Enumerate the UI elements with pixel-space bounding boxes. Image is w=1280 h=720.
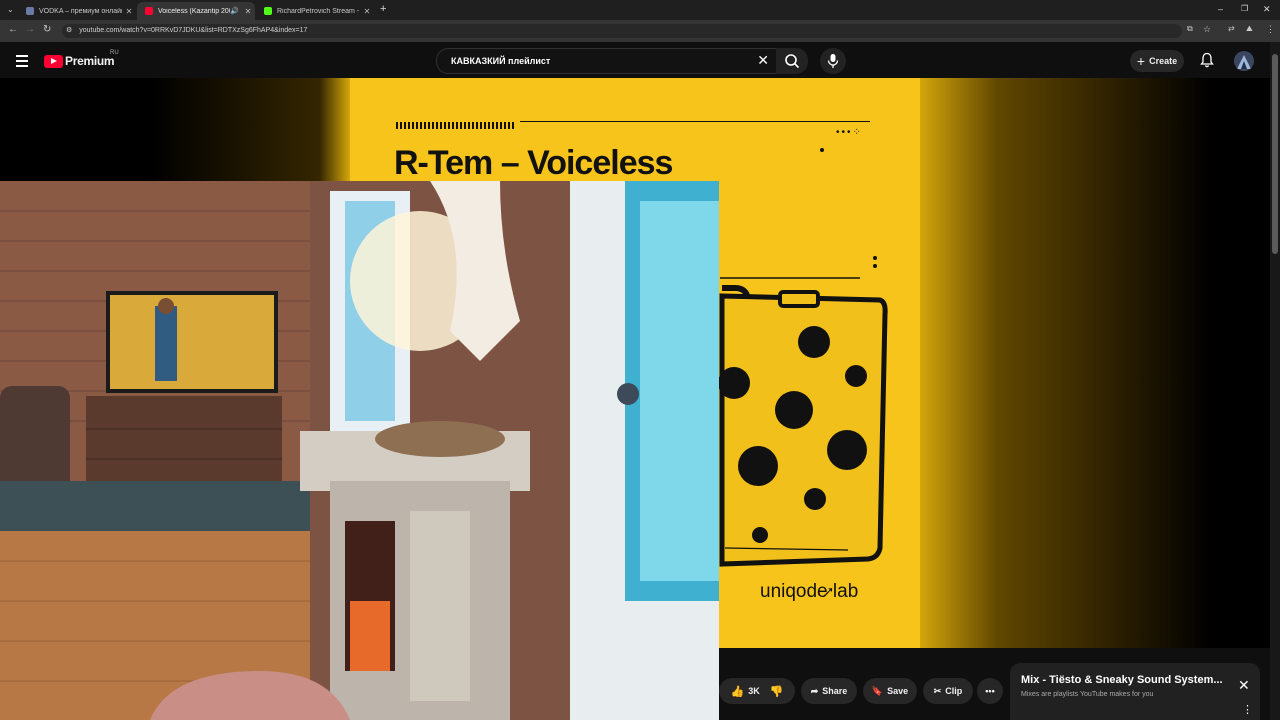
new-tab-button[interactable]: + <box>380 3 386 15</box>
bookmark-star-icon[interactable]: ☆ <box>1203 24 1211 35</box>
tab-title: VODKA – премиум онлайн-ка <box>39 7 122 15</box>
youtube-play-icon <box>44 54 63 68</box>
like-button[interactable]: 👍 3K <box>731 685 760 698</box>
camera-overlay <box>0 181 719 720</box>
kick-favicon <box>264 7 272 15</box>
url-text: youtube.com/watch?v=0RRKvD7JDKU&list=RDT… <box>79 27 308 34</box>
restore-icon[interactable]: ❐ <box>1241 4 1248 13</box>
extensions-icon[interactable]: ⇄ <box>1228 24 1235 33</box>
room-scene-illustration <box>0 181 719 720</box>
youtube-logo[interactable]: Premium <box>44 54 115 68</box>
dislike-button[interactable]: 👎 <box>770 685 784 698</box>
microphone-icon <box>827 54 839 68</box>
youtube-favicon <box>145 7 153 15</box>
minimize-icon[interactable]: – <box>1218 4 1223 14</box>
cover-label: uniqode lab <box>760 581 859 602</box>
like-count: 3K <box>748 686 760 696</box>
profile-icon[interactable]: ⛰ <box>1246 24 1253 34</box>
share-icon: ➦ <box>810 685 819 696</box>
search-input[interactable]: КАВКАЗКИЙ плейлист <box>451 56 550 66</box>
thumbs-up-icon: 👍 <box>730 685 745 698</box>
reload-icon[interactable]: ↻ <box>43 24 51 35</box>
tab-favicon <box>26 7 34 15</box>
tab-list-chevron-icon[interactable]: ⌄ <box>7 5 14 14</box>
browser-menu-icon[interactable]: ⋮ <box>1266 24 1275 35</box>
page-scrollbar[interactable] <box>1270 42 1280 720</box>
thumbs-down-icon: 👎 <box>769 685 784 698</box>
scissors-icon: ✂ <box>933 685 942 696</box>
tab-close-icon[interactable]: ✕ <box>122 7 136 16</box>
like-dislike-group: 👍 3K 👎 <box>719 678 795 704</box>
search-box[interactable]: КАВКАЗКИЙ плейлист ✕ <box>436 48 778 74</box>
site-info-icon[interactable]: ⚙ <box>66 27 72 34</box>
browser-tab-strip: ⌄ VODKA – премиум онлайн-ка ✕ Voiceless … <box>0 0 1280 20</box>
close-icon[interactable]: ✕ <box>1238 677 1250 694</box>
back-icon[interactable]: ← <box>8 24 18 35</box>
video-actions: 👍 3K 👎 ➦ Share 🔖 Save ✂ Clip ••• <box>719 672 1009 712</box>
forward-icon[interactable]: → <box>25 24 35 35</box>
tab-voiceless[interactable]: Voiceless (Kazantip 2005 M 🔊 ✕ <box>137 2 255 20</box>
clip-button[interactable]: ✂ Clip <box>923 678 973 704</box>
mix-playlist-panel[interactable]: Mix - Tiësto & Sneaky Sound System... Mi… <box>1010 663 1260 720</box>
mouse-cursor-icon: ➚ <box>824 584 835 598</box>
search-button[interactable] <box>776 48 808 74</box>
tab-richardpetrovich[interactable]: RichardPetrovich Stream - Wat ✕ <box>256 2 374 20</box>
address-bar: ← → ↻ ⚙ youtube.com/watch?v=0RRKvD7JDKU&… <box>0 20 1280 42</box>
mix-title[interactable]: Mix - Tiësto & Sneaky Sound System... <box>1021 674 1223 686</box>
avatar[interactable] <box>1234 51 1254 71</box>
create-button[interactable]: + Create <box>1130 50 1184 72</box>
plus-icon: + <box>1136 53 1146 69</box>
clear-search-icon[interactable]: ✕ <box>757 52 769 69</box>
url-field[interactable]: ⚙ youtube.com/watch?v=0RRKvD7JDKU&list=R… <box>62 24 1182 38</box>
tab-close-icon[interactable]: ✕ <box>360 7 374 16</box>
share-label: Share <box>822 686 848 696</box>
tab-title: Voiceless (Kazantip 2005 M <box>158 7 230 15</box>
tab-title: RichardPetrovich Stream - Wat <box>277 7 360 15</box>
brand-text: Premium <box>65 54 115 68</box>
save-label: Save <box>887 686 909 696</box>
share-button[interactable]: ➦ Share <box>801 678 857 704</box>
mix-subtitle: Mixes are playlists YouTube makes for yo… <box>1021 691 1154 698</box>
close-window-icon[interactable]: ✕ <box>1263 4 1271 15</box>
open-in-app-icon[interactable]: ⧉ <box>1187 24 1193 34</box>
bookmark-icon: 🔖 <box>871 685 884 696</box>
create-label: Create <box>1149 56 1178 66</box>
scrollbar-thumb[interactable] <box>1272 54 1278 254</box>
tab-vodka[interactable]: VODKA – премиум онлайн-ка ✕ <box>18 2 136 20</box>
tab-close-icon[interactable]: ✕ <box>241 7 255 16</box>
search-icon <box>785 54 800 69</box>
more-horizontal-icon: ••• <box>985 686 995 696</box>
save-button[interactable]: 🔖 Save <box>863 678 917 704</box>
clip-label: Clip <box>945 686 963 696</box>
youtube-header: Premium RU КАВКАЗКИЙ плейлист ✕ + Create <box>0 42 1280 78</box>
region-code: RU <box>110 50 119 56</box>
tab-audio-icon[interactable]: 🔊 <box>230 7 239 15</box>
voice-search-button[interactable] <box>820 48 846 74</box>
more-actions-button[interactable]: ••• <box>977 678 1003 704</box>
notifications-bell-icon[interactable] <box>1200 52 1214 68</box>
more-vertical-icon[interactable]: ⋮ <box>1242 703 1253 716</box>
